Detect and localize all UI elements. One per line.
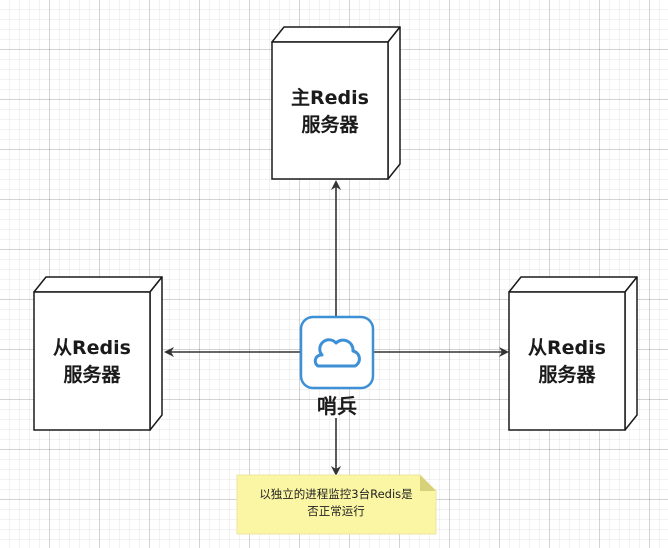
cloud-icon <box>313 338 361 368</box>
sentinel-node <box>299 315 375 390</box>
note-text: 以独立的进程监控3台Redis是 否正常运行 <box>259 487 413 518</box>
left-slave-server-label: 从Redis 服务器 <box>53 337 131 386</box>
architecture-diagram <box>33 26 638 535</box>
sentinel-label: 哨兵 <box>317 394 357 418</box>
master-server-label: 主Redis 服务器 <box>291 87 369 136</box>
right-slave-server-label: 从Redis 服务器 <box>528 337 606 386</box>
